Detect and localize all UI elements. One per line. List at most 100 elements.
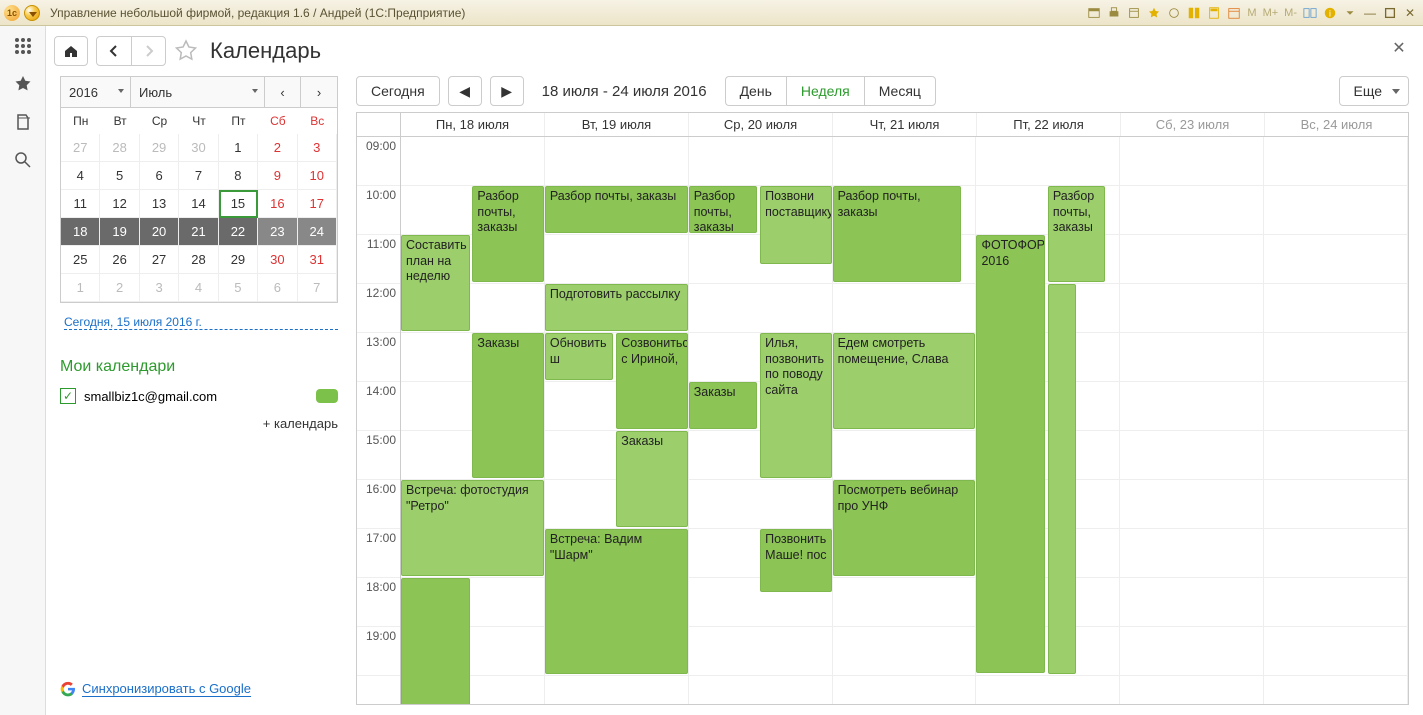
today-link[interactable]: Сегодня, 15 июля 2016 г. — [64, 315, 338, 330]
calendar-event[interactable]: Подготовить рассылку — [545, 284, 688, 331]
view-week-button[interactable]: Неделя — [786, 76, 864, 106]
mini-day[interactable]: 5 — [219, 274, 258, 302]
day-column[interactable] — [1264, 137, 1408, 704]
today-button[interactable]: Сегодня — [356, 76, 440, 106]
calendar-event[interactable] — [401, 578, 470, 704]
calendar-event[interactable]: Составить план на неделю — [401, 235, 470, 331]
calendar-event[interactable]: Встреча: Вадим "Шарм" — [545, 529, 688, 674]
dropdown-icon[interactable] — [1341, 5, 1359, 21]
day-column[interactable]: Разбор почты, заказы Едем смотреть помеще… — [833, 137, 977, 704]
mini-day[interactable]: 21 — [179, 218, 218, 246]
mini-day[interactable]: 22 — [219, 218, 258, 246]
calendar-event[interactable]: Разбор почты, заказы — [545, 186, 688, 233]
mini-day[interactable]: 27 — [61, 134, 100, 162]
mini-day[interactable]: 2 — [258, 134, 297, 162]
mini-day[interactable]: 12 — [100, 190, 139, 218]
info-icon[interactable]: i — [1321, 5, 1339, 21]
more-button[interactable]: Еще — [1339, 76, 1410, 106]
close-icon[interactable]: ✕ — [1401, 5, 1419, 21]
calendar-event[interactable]: Едем смотреть помещение, Слава — [833, 333, 976, 429]
calendar-event[interactable]: Позвонить Маше! пос — [760, 529, 831, 592]
history-icon[interactable] — [11, 110, 35, 134]
mini-day[interactable]: 27 — [140, 246, 179, 274]
calendar-event[interactable]: Обновить ш — [545, 333, 614, 380]
mini-day[interactable]: 30 — [179, 134, 218, 162]
mini-day[interactable]: 28 — [100, 134, 139, 162]
calendar-checkbox[interactable]: ✓ — [60, 388, 76, 404]
mini-day[interactable]: 17 — [298, 190, 337, 218]
prev-period-button[interactable]: ◀ — [448, 76, 482, 106]
calendar-event[interactable]: Посмотреть вебинар про УНФ — [833, 480, 976, 576]
toolbar-icon-5[interactable] — [1165, 5, 1183, 21]
mini-day[interactable]: 15 — [219, 190, 258, 218]
print-icon[interactable] — [1105, 5, 1123, 21]
mini-day[interactable]: 7 — [179, 162, 218, 190]
calendar-event[interactable]: Заказы — [689, 382, 758, 429]
mini-day[interactable]: 31 — [298, 246, 337, 274]
calculator-icon[interactable] — [1205, 5, 1223, 21]
mini-day[interactable]: 4 — [179, 274, 218, 302]
mini-day[interactable]: 29 — [140, 134, 179, 162]
mini-day[interactable]: 10 — [298, 162, 337, 190]
day-column[interactable]: Разбор почты, заказыСоставить план на не… — [401, 137, 545, 704]
maximize-icon[interactable] — [1381, 5, 1399, 21]
month-select[interactable]: Июль — [131, 77, 265, 107]
add-calendar-button[interactable]: + календарь — [60, 416, 338, 431]
favorite-icon[interactable] — [1145, 5, 1163, 21]
minimize-icon[interactable]: — — [1361, 5, 1379, 21]
mini-day[interactable]: 3 — [298, 134, 337, 162]
mini-day[interactable]: 11 — [61, 190, 100, 218]
mini-day[interactable]: 6 — [258, 274, 297, 302]
day-column[interactable]: Разбор почты, заказы Подготовить рассылку… — [545, 137, 689, 704]
mini-day[interactable]: 3 — [140, 274, 179, 302]
toolbar-icon-3[interactable] — [1125, 5, 1143, 21]
calendar-event[interactable]: ФОТОФОРУМ 2016 — [976, 235, 1045, 673]
mini-day[interactable]: 14 — [179, 190, 218, 218]
m-plus-label[interactable]: M+ — [1261, 7, 1281, 19]
next-period-button[interactable]: ▶ — [490, 76, 524, 106]
calendar-event[interactable]: Разбор почты, заказы — [833, 186, 962, 282]
mini-day[interactable]: 19 — [100, 218, 139, 246]
m-minus-label[interactable]: M- — [1282, 7, 1299, 19]
year-select[interactable]: 2016 — [61, 77, 131, 107]
next-month-button[interactable]: › — [301, 77, 337, 107]
calendar-icon[interactable] — [1225, 5, 1243, 21]
mini-day[interactable]: 29 — [219, 246, 258, 274]
nav-back-button[interactable] — [97, 37, 131, 65]
app-menu-dropdown[interactable] — [24, 5, 40, 21]
day-column[interactable] — [1120, 137, 1264, 704]
calendar-event[interactable]: Позвони поставщику!!! — [760, 186, 831, 264]
mini-day[interactable]: 2 — [100, 274, 139, 302]
mini-day[interactable]: 30 — [258, 246, 297, 274]
sync-google-link[interactable]: Синхронизировать с Google — [82, 681, 251, 697]
mini-day[interactable]: 16 — [258, 190, 297, 218]
mini-day[interactable]: 9 — [258, 162, 297, 190]
calendar-event[interactable]: Заказы — [472, 333, 543, 478]
mini-day[interactable]: 4 — [61, 162, 100, 190]
mini-day[interactable]: 20 — [140, 218, 179, 246]
close-page-icon[interactable]: ✕ — [1389, 38, 1409, 58]
star-icon[interactable] — [11, 72, 35, 96]
toolbar-icon-1[interactable] — [1085, 5, 1103, 21]
calendar-event[interactable]: Разбор почты, заказы — [689, 186, 758, 233]
calendar-event[interactable]: Встреча: фотостудия "Ретро" — [401, 480, 544, 576]
search-icon[interactable] — [11, 148, 35, 172]
favorite-page-icon[interactable] — [174, 39, 198, 63]
mini-day[interactable]: 8 — [219, 162, 258, 190]
prev-month-button[interactable]: ‹ — [265, 77, 301, 107]
home-button[interactable] — [54, 36, 88, 66]
calendar-color-badge[interactable] — [316, 389, 338, 403]
day-column[interactable]: ФОТОФОРУМ 2016Разбор почты, заказы — [976, 137, 1120, 704]
mini-day[interactable]: 18 — [61, 218, 100, 246]
calendar-event[interactable] — [1048, 284, 1077, 674]
calendar-event[interactable]: Созвониться с Ириной, — [616, 333, 687, 429]
calendar-event[interactable]: Разбор почты, заказы — [472, 186, 543, 282]
mini-day[interactable]: 24 — [298, 218, 337, 246]
calendar-event[interactable]: Разбор почты, заказы — [1048, 186, 1105, 282]
apps-grid-icon[interactable] — [11, 34, 35, 58]
calendar-event[interactable]: Заказы — [616, 431, 687, 527]
view-month-button[interactable]: Месяц — [864, 76, 936, 106]
mini-day[interactable]: 25 — [61, 246, 100, 274]
nav-forward-button[interactable] — [131, 37, 165, 65]
mini-day[interactable]: 23 — [258, 218, 297, 246]
